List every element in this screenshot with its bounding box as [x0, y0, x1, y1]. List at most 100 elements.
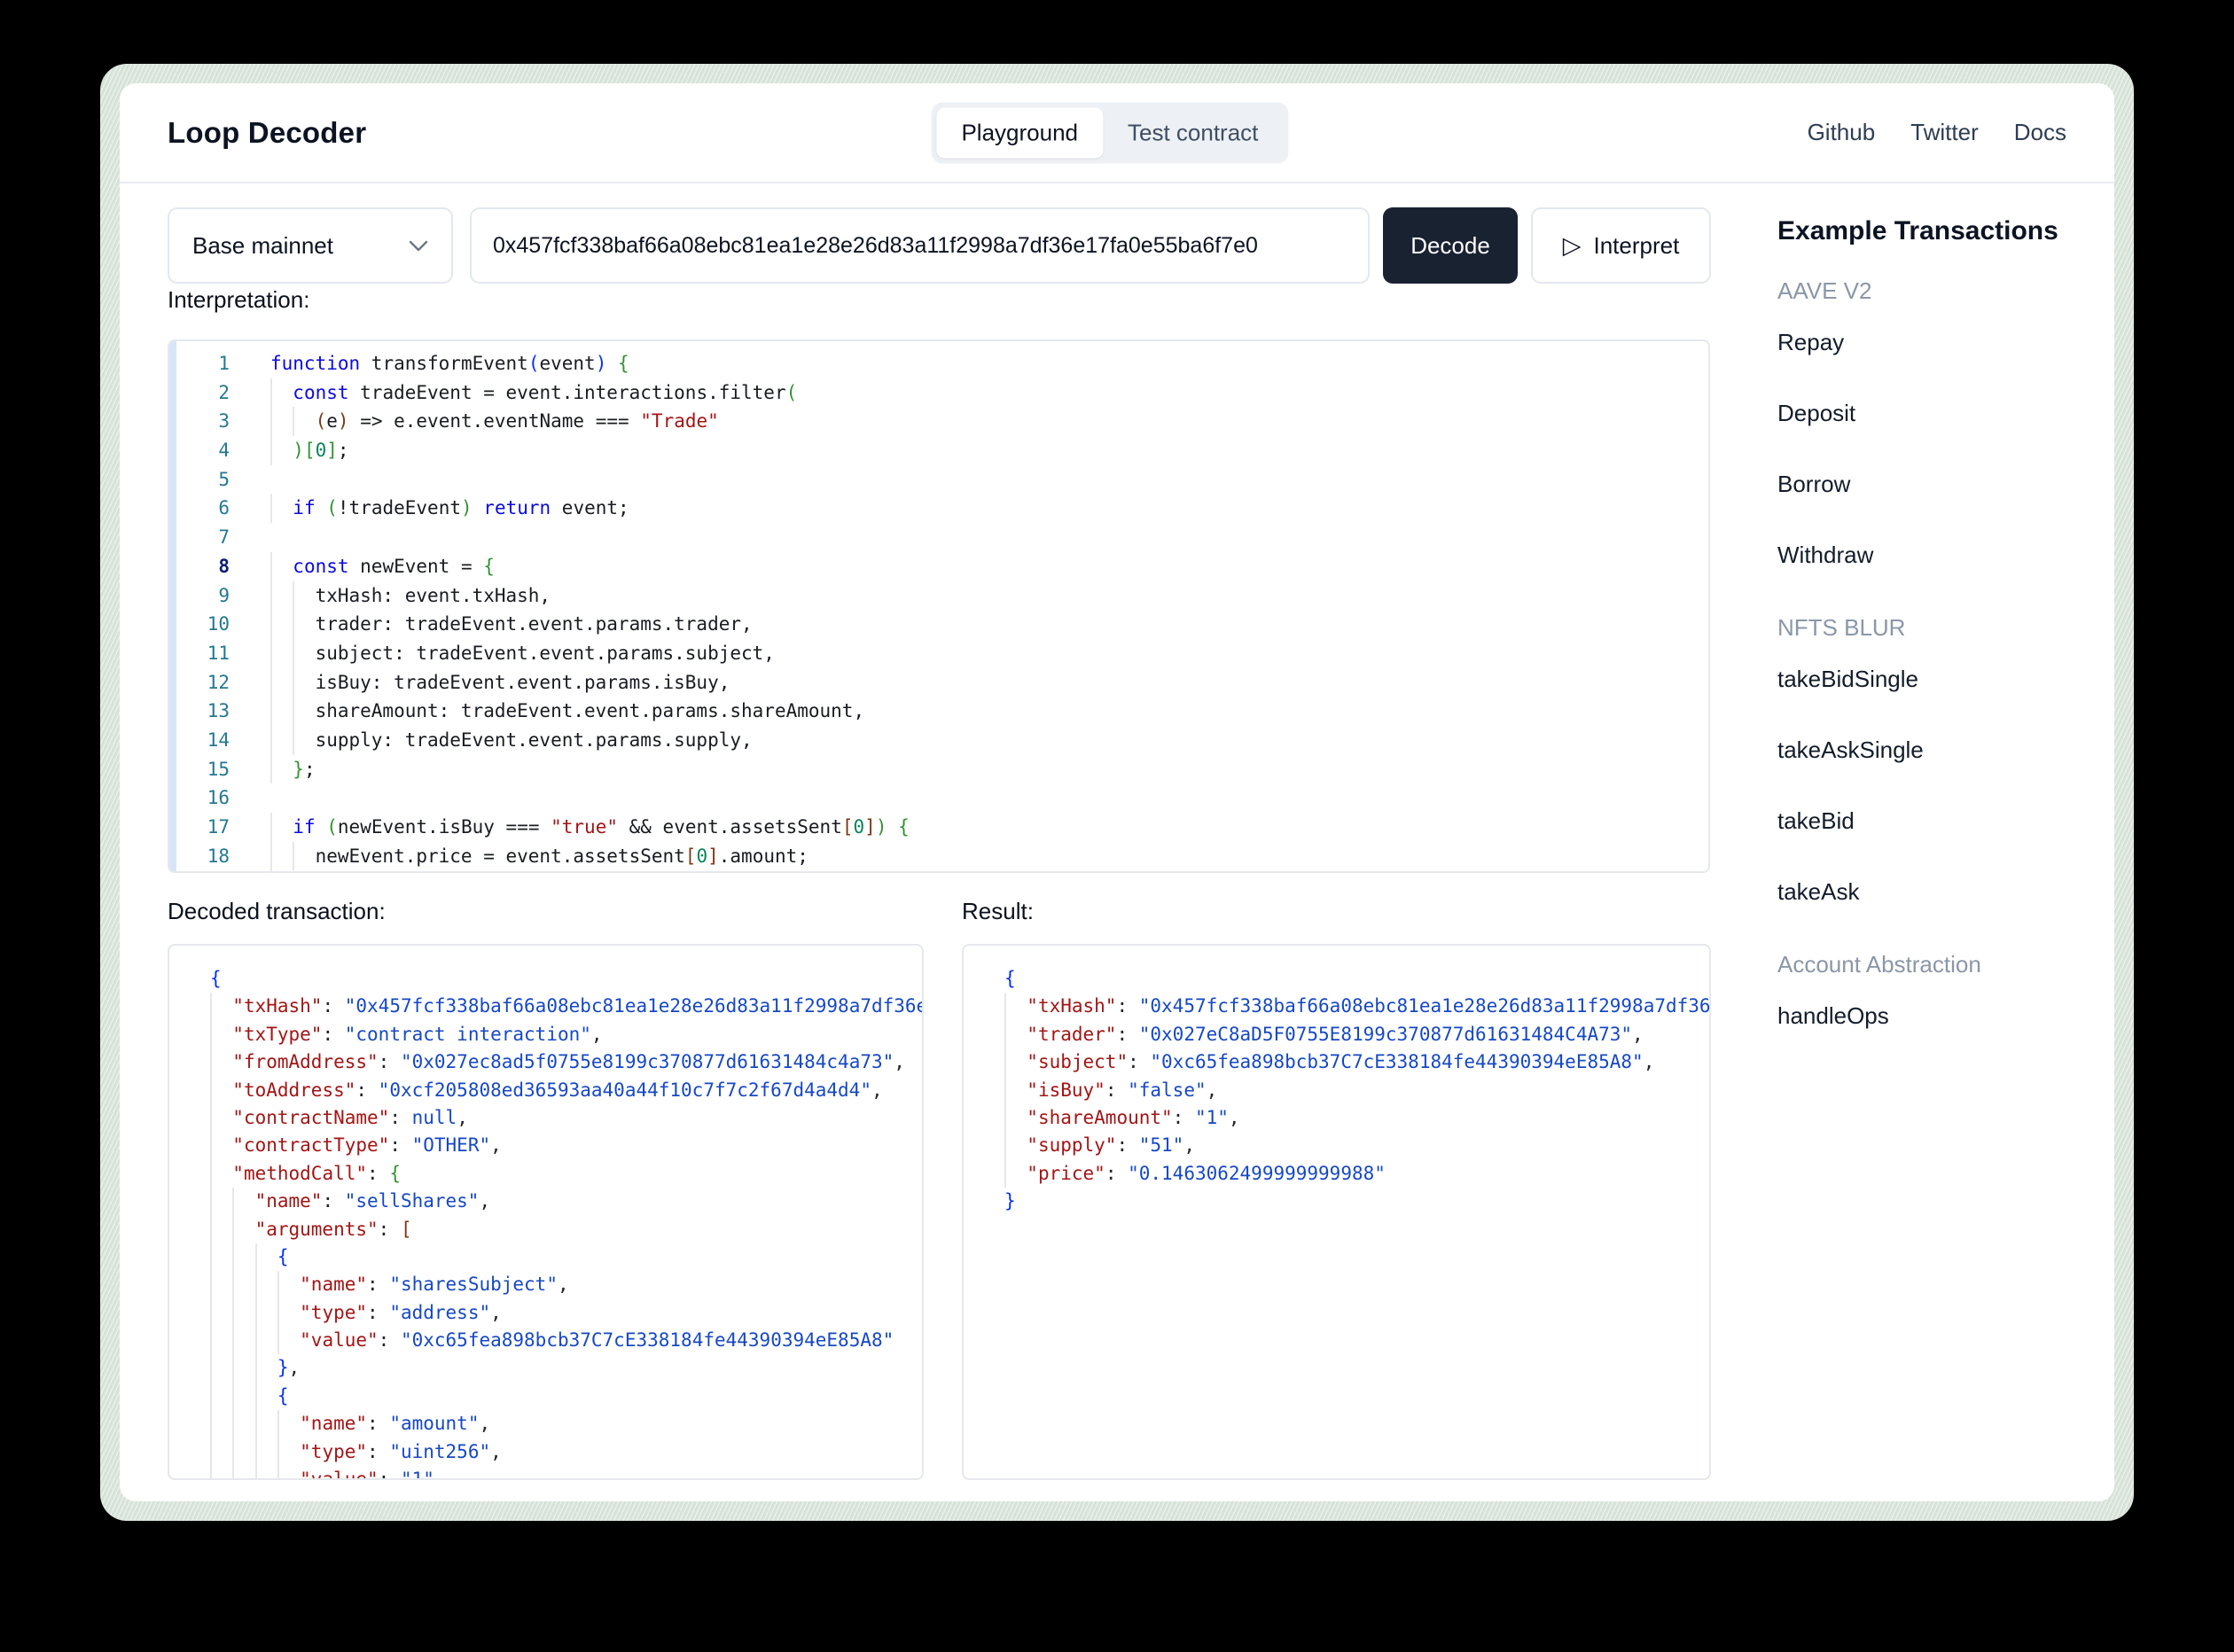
sidebar-item-borrow[interactable]: Borrow	[1777, 471, 2083, 497]
decoded-json-line: "fromAddress": "0x027ec8ad5f0755e8199c37…	[210, 1048, 922, 1076]
indent-guide	[210, 1216, 212, 1243]
indent-guide	[270, 842, 272, 871]
header-link-twitter[interactable]: Twitter	[1910, 119, 1979, 146]
header-link-docs[interactable]: Docs	[2014, 119, 2066, 146]
indent-guide	[210, 993, 212, 1020]
indent-guide	[232, 1383, 234, 1410]
indent-guide	[255, 1327, 257, 1354]
tab-test-contract[interactable]: Test contract	[1103, 107, 1283, 158]
decoded-transaction-panel[interactable]: { "txHash": "0x457fcf338baf66a08ebc81ea1…	[168, 944, 924, 1480]
sidebar-item-takeask[interactable]: takeAsk	[1777, 878, 2083, 905]
sidebar-item-withdraw[interactable]: Withdraw	[1777, 542, 2083, 568]
indent-guide	[270, 581, 272, 611]
app-header: Loop Decoder PlaygroundTest contract Git…	[120, 83, 2114, 183]
line-number: 3	[169, 407, 230, 436]
code-line: 14 supply: tradeEvent.event.params.suppl…	[169, 726, 1708, 755]
result-label: Result:	[962, 898, 1034, 925]
sidebar-item-deposit[interactable]: Deposit	[1777, 400, 2083, 426]
code-line: 10 trader: tradeEvent.event.params.trade…	[169, 610, 1708, 639]
app-frame: Loop Decoder PlaygroundTest contract Git…	[100, 64, 2134, 1521]
interpret-button-label: Interpret	[1593, 232, 1679, 260]
indent-guide	[270, 494, 272, 523]
sidebar-item-handleops[interactable]: handleOps	[1777, 1002, 2083, 1029]
decoded-json-line: "name": "amount",	[210, 1410, 922, 1438]
main-content: Base mainnet Decode ▷ Interpret Interpre…	[120, 183, 2114, 1501]
result-json-line: }	[1004, 1188, 1709, 1215]
decoded-transaction-label: Decoded transaction:	[168, 898, 386, 925]
indent-guide	[270, 639, 272, 668]
indent-guide	[277, 1466, 279, 1480]
result-json-line: "shareAmount": "1",	[1004, 1104, 1709, 1132]
indent-guide	[210, 1410, 212, 1438]
decoded-json-line: "name": "sharesSubject",	[210, 1271, 922, 1298]
indent-guide	[270, 668, 272, 697]
indent-guide	[277, 1410, 279, 1438]
tab-playground[interactable]: Playground	[936, 107, 1103, 158]
indent-guide	[210, 1132, 212, 1159]
decoded-json-line: "arguments": [	[210, 1216, 922, 1243]
app-title: Loop Decoder	[168, 116, 366, 150]
sidebar-item-takeasksingle[interactable]: takeAskSingle	[1777, 736, 2083, 763]
indent-guide	[293, 407, 294, 436]
decoded-json-line: "methodCall": {	[210, 1160, 922, 1188]
indent-guide	[293, 697, 294, 726]
code-line: 13 shareAmount: tradeEvent.event.params.…	[169, 697, 1708, 726]
line-number: 9	[169, 581, 230, 611]
indent-guide	[270, 870, 272, 873]
indent-guide	[277, 1271, 279, 1298]
line-number: 4	[169, 436, 230, 465]
result-json-line: {	[1004, 965, 1709, 993]
indent-guide	[210, 1021, 212, 1048]
indent-guide	[210, 1354, 212, 1382]
indent-guide	[210, 1077, 212, 1104]
chevron-down-icon	[409, 240, 428, 252]
decode-button[interactable]: Decode	[1383, 207, 1518, 284]
result-panel[interactable]: { "txHash": "0x457fcf338baf66a08ebc81ea1…	[962, 944, 1711, 1480]
indent-guide	[270, 813, 272, 842]
indent-guide	[255, 1354, 257, 1382]
indent-guide	[293, 726, 294, 755]
decoded-json-line: {	[210, 965, 922, 993]
indent-guide	[293, 581, 294, 611]
indent-guide	[270, 697, 272, 726]
code-line: 5	[169, 465, 1708, 495]
indent-guide	[255, 1410, 257, 1438]
result-json-line: "supply": "51",	[1004, 1132, 1709, 1159]
code-line: 15 };	[169, 755, 1708, 784]
line-number: 13	[169, 697, 230, 726]
decoded-json-line: },	[210, 1354, 922, 1382]
interpretation-label: Interpretation:	[168, 286, 309, 314]
code-editor[interactable]: 1function transformEvent(event) {2 const…	[168, 339, 1710, 873]
tx-hash-input[interactable]	[470, 207, 1370, 284]
indent-guide	[255, 1299, 257, 1327]
network-select[interactable]: Base mainnet	[168, 207, 453, 284]
sidebar-item-repay[interactable]: Repay	[1777, 329, 2083, 355]
line-number: 16	[169, 783, 230, 813]
app-card: Loop Decoder PlaygroundTest contract Git…	[120, 83, 2114, 1501]
interpret-button[interactable]: ▷ Interpret	[1531, 207, 1711, 284]
indent-guide	[232, 1438, 234, 1466]
result-json-line: "price": "0.1463062499999999988"	[1004, 1160, 1709, 1188]
decoded-json-line: "contractName": null,	[210, 1104, 922, 1132]
code-line: 3 (e) => e.event.eventName === "Trade"	[169, 407, 1708, 436]
code-line: 19 }	[169, 870, 1708, 873]
indent-guide	[277, 1327, 279, 1354]
sidebar-section-nfts-blur: NFTS BLUR	[1777, 614, 2083, 641]
sidebar-title: Example Transactions	[1777, 215, 2083, 247]
sidebar-item-takebidsingle[interactable]: takeBidSingle	[1777, 666, 2083, 692]
line-number: 14	[169, 726, 230, 755]
code-line: 6 if (!tradeEvent) return event;	[169, 494, 1708, 523]
line-number: 7	[169, 523, 230, 552]
network-select-value: Base mainnet	[192, 232, 333, 260]
indent-guide	[232, 1271, 234, 1298]
indent-guide	[232, 1299, 234, 1327]
indent-guide	[210, 1243, 212, 1271]
indent-guide	[210, 1299, 212, 1327]
indent-guide	[210, 1160, 212, 1188]
header-link-github[interactable]: Github	[1808, 119, 1876, 146]
sidebar-item-takebid[interactable]: takeBid	[1777, 807, 2083, 834]
indent-guide	[232, 1327, 234, 1354]
indent-guide	[232, 1216, 234, 1243]
indent-guide	[232, 1466, 234, 1480]
line-number: 12	[169, 668, 230, 697]
